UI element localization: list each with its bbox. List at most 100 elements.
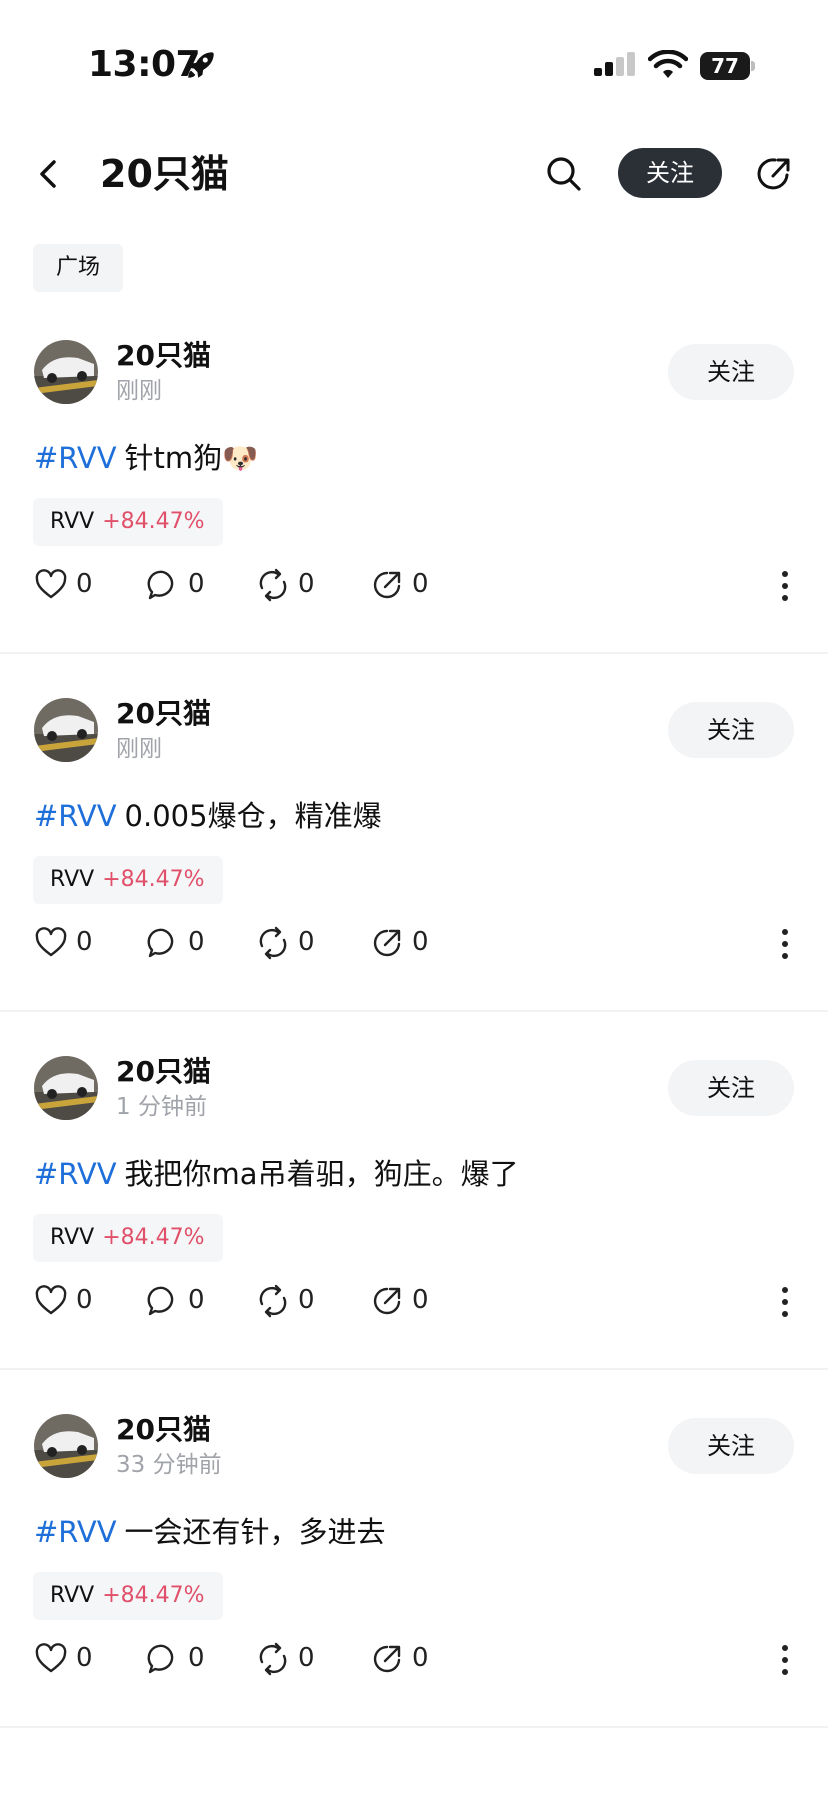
post-content: #RVV 0.005爆仓，精准爆 [34,796,382,836]
repost-icon [259,926,287,960]
repost-count: 0 [298,569,315,599]
like-count: 0 [76,927,93,957]
avatar[interactable] [34,340,98,404]
hashtag-link[interactable]: #RVV [34,441,117,475]
author-name[interactable]: 20只猫 [116,338,211,374]
post-time: 33 分钟前 [116,1452,222,1478]
share-count: 0 [412,1643,429,1673]
repost-icon [259,1284,287,1318]
follow-button[interactable]: 关注 [668,702,794,758]
follow-button[interactable]: 关注 [668,1418,794,1474]
post-time: 刚刚 [116,378,162,404]
hashtag-link[interactable]: #RVV [34,799,117,833]
ticker-change: +84.47% [102,1225,205,1250]
like-count: 0 [76,1643,93,1673]
share-count: 0 [412,927,429,957]
ticker-change: +84.47% [102,509,205,534]
post-content: #RVV 我把你ma吊着驲，狗庄。爆了 [34,1154,519,1194]
comment-count: 0 [188,1285,205,1315]
comment-icon [147,1644,174,1674]
post-actions: 0 0 0 0 [34,1636,794,1680]
post-time: 刚刚 [116,736,162,762]
tab-plaza[interactable]: 广场 [33,244,123,292]
post-actions: 0 0 0 0 [34,1278,794,1322]
hashtag-link[interactable]: #RVV [34,1515,117,1549]
battery-icon: 77 [700,52,756,80]
rocket-icon [188,52,214,78]
follow-topic-button[interactable]: 关注 [618,148,722,198]
post-text: 一会还有针，多进去 [124,1515,386,1549]
ticker-chip[interactable]: RVV +84.47% [33,1214,223,1262]
comment-icon [147,928,174,958]
author-name[interactable]: 20只猫 [116,696,211,732]
post-card: 20只猫 33 分钟前 关注 #RVV 一会还有针，多进去 RVV +84.47% … [0,1412,828,1772]
back-icon[interactable] [34,154,64,194]
repost-icon [259,1642,287,1676]
like-count: 0 [76,1285,93,1315]
signal-icon [594,52,635,76]
wifi-icon [648,50,688,78]
comment-count: 0 [188,569,205,599]
more-icon[interactable] [776,566,794,606]
more-icon[interactable] [776,1282,794,1322]
post-time: 1 分钟前 [116,1094,207,1120]
comment-count: 0 [188,1643,205,1673]
share-icon [373,929,401,957]
comment-count: 0 [188,927,205,957]
divider [0,1368,828,1370]
ticker-symbol: RVV [50,867,95,892]
top-nav-bar: 20只猫 关注 [0,130,828,220]
ticker-change: +84.47% [102,1583,205,1608]
share-count: 0 [412,1285,429,1315]
ticker-symbol: RVV [50,509,95,534]
share-icon [373,1645,401,1673]
repost-icon [259,568,287,602]
ticker-symbol: RVV [50,1583,95,1608]
ticker-chip[interactable]: RVV +84.47% [33,1572,223,1620]
post-card: 20只猫 1 分钟前 关注 #RVV 我把你ma吊着驲，狗庄。爆了 RVV +84.… [0,1054,828,1414]
post-text: 针tm狗🐶 [124,441,259,475]
share-icon [373,571,401,599]
heart-icon [35,1285,67,1315]
heart-icon [35,569,67,599]
ticker-chip[interactable]: RVV +84.47% [33,498,223,546]
post-card: 20只猫 刚刚 关注 #RVV 针tm狗🐶 RVV +84.47% 0 0 0 0 [0,338,828,698]
divider [0,1726,828,1728]
search-icon[interactable] [544,154,584,194]
share-icon[interactable] [754,154,794,194]
post-text: 0.005爆仓，精准爆 [124,799,382,833]
post-actions: 0 0 0 0 [34,562,794,606]
more-icon[interactable] [776,924,794,964]
repost-count: 0 [298,927,315,957]
ticker-chip[interactable]: RVV +84.47% [33,856,223,904]
avatar[interactable] [34,698,98,762]
follow-button[interactable]: 关注 [668,1060,794,1116]
heart-icon [35,1643,67,1673]
hashtag-link[interactable]: #RVV [34,1157,117,1191]
more-icon[interactable] [776,1640,794,1680]
comment-icon [147,1286,174,1316]
ticker-symbol: RVV [50,1225,95,1250]
author-name[interactable]: 20只猫 [116,1412,211,1448]
author-name[interactable]: 20只猫 [116,1054,211,1090]
share-count: 0 [412,569,429,599]
follow-button[interactable]: 关注 [668,344,794,400]
repost-count: 0 [298,1643,315,1673]
repost-count: 0 [298,1285,315,1315]
status-bar: 13:07 77 [0,0,828,120]
avatar[interactable] [34,1414,98,1478]
share-icon [373,1287,401,1315]
ticker-change: +84.47% [102,867,205,892]
post-content: #RVV 针tm狗🐶 [34,438,258,478]
battery-level: 77 [711,54,739,78]
post-actions: 0 0 0 0 [34,920,794,964]
post-text: 我把你ma吊着驲，狗庄。爆了 [124,1157,519,1191]
heart-icon [35,927,67,957]
page-title: 20只猫 [100,152,229,196]
comment-icon [147,570,174,600]
like-count: 0 [76,569,93,599]
post-card: 20只猫 刚刚 关注 #RVV 0.005爆仓，精准爆 RVV +84.47% 0 … [0,696,828,1056]
divider [0,1010,828,1012]
avatar[interactable] [34,1056,98,1120]
post-content: #RVV 一会还有针，多进去 [34,1512,386,1552]
